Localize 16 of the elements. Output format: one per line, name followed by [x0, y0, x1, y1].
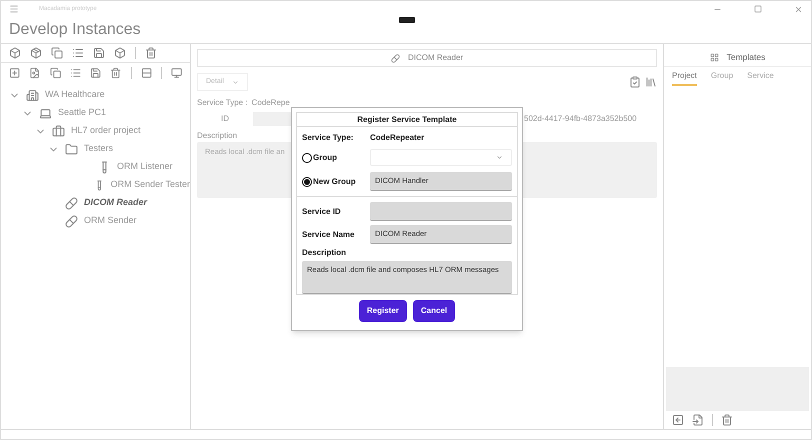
service-type-value: CodeRepeater	[370, 132, 424, 144]
id-value: 502d-4417-94fb-4873a352b500	[524, 113, 637, 125]
service-id-label: Service ID	[302, 206, 342, 218]
description-label: Description	[302, 248, 348, 257]
radio-label: Group	[313, 152, 337, 164]
service-name-label: Service Name	[302, 228, 356, 240]
description-label: Description	[197, 130, 238, 142]
templates-title: Templates	[726, 51, 766, 64]
instance-title: DICOM Reader	[408, 52, 464, 64]
page-title: Develop Instances	[9, 20, 141, 40]
id-label: ID	[220, 113, 230, 125]
radio-label: New Group	[313, 176, 356, 188]
service-type-label: Service Type:	[302, 132, 354, 144]
service-type-value: CodeRepe	[252, 97, 290, 109]
service-type-label: Service Type :	[197, 97, 248, 109]
dialog-title: Register Service Template	[357, 114, 457, 126]
